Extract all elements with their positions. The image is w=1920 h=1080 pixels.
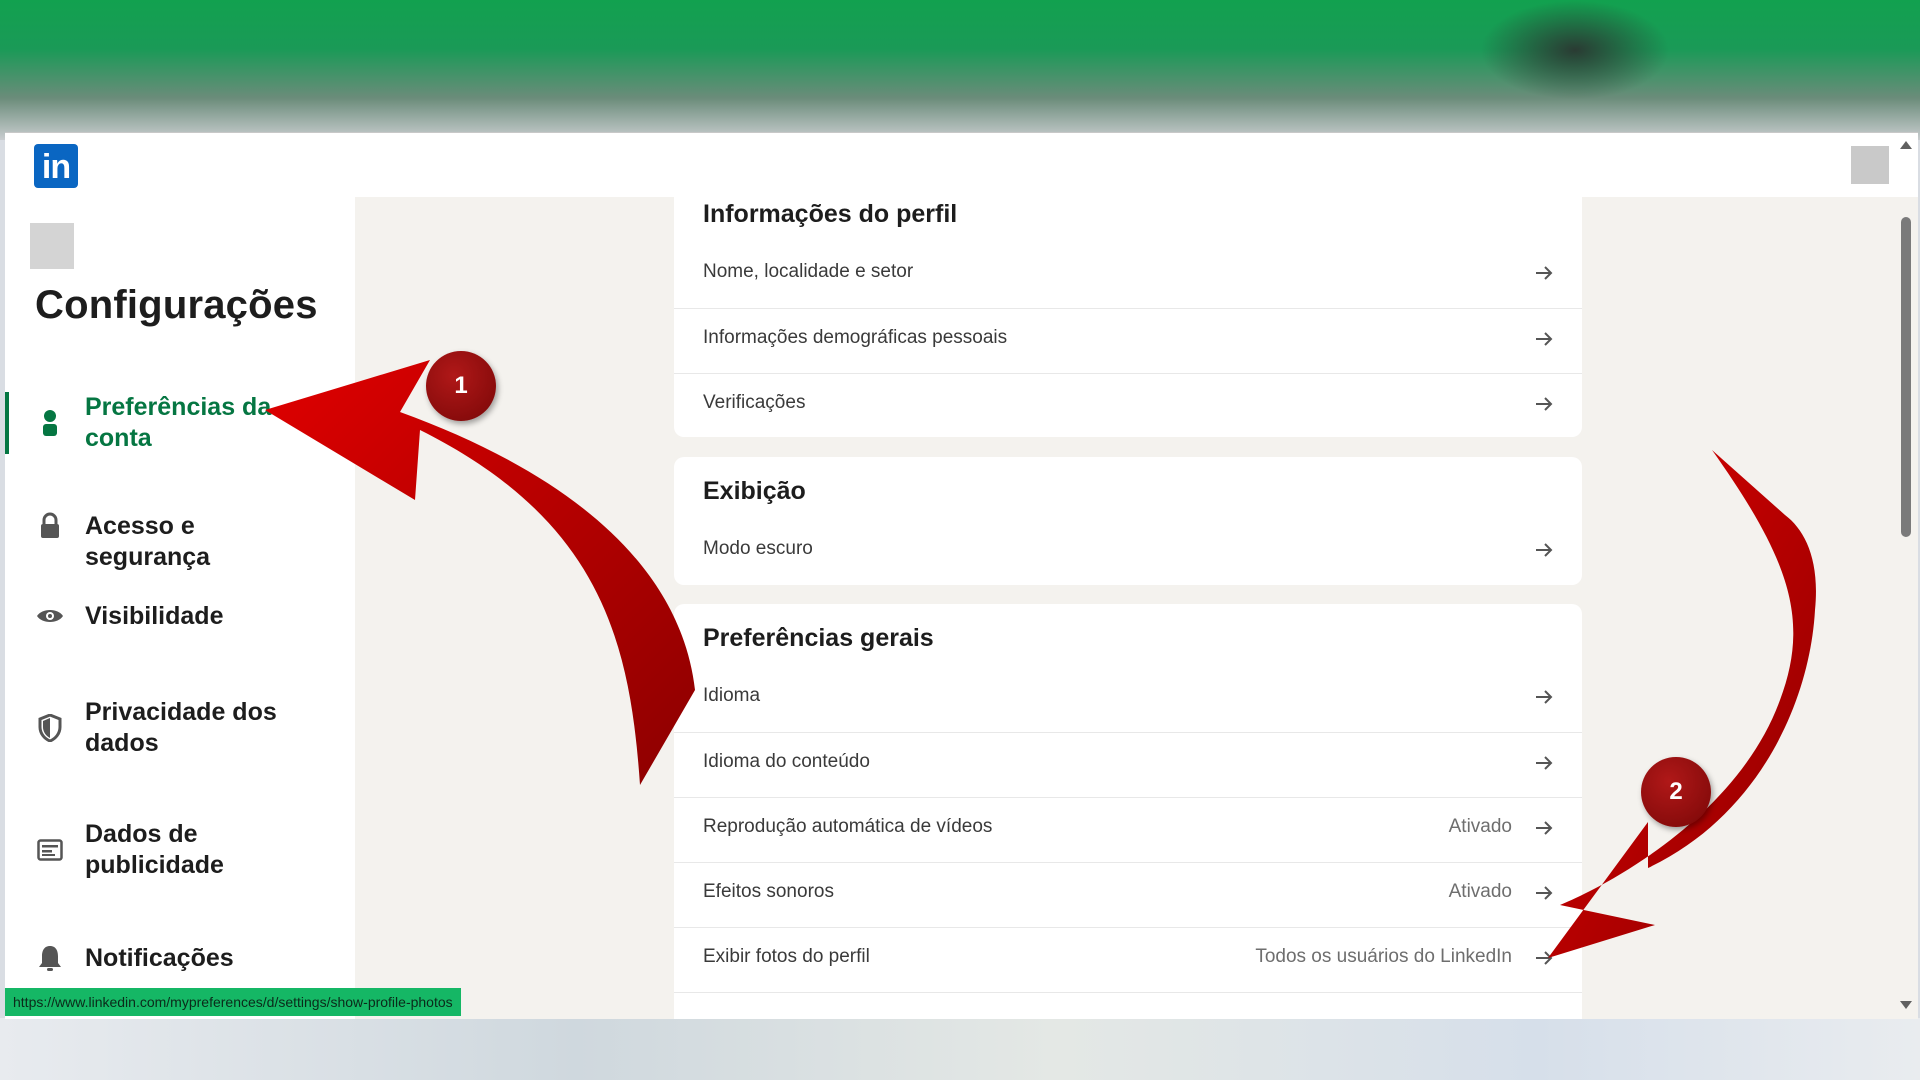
arrow-right-icon bbox=[1536, 397, 1553, 411]
settings-row-partial[interactable] bbox=[674, 992, 1582, 1019]
scroll-down-arrow-icon[interactable] bbox=[1900, 1001, 1912, 1009]
row-label: Reprodução automática de vídeos bbox=[703, 816, 993, 837]
sidebar-item-label: Acesso e segurança bbox=[85, 512, 211, 571]
row-label: Exibir fotos do perfil bbox=[703, 946, 870, 967]
shield-icon bbox=[35, 713, 65, 743]
page-title: Configurações bbox=[35, 283, 318, 327]
settings-row-idioma-do-conteudo[interactable]: Idioma do conteúdo bbox=[674, 732, 1582, 797]
sidebar-item-preferencias-da-conta[interactable]: Preferências da conta bbox=[5, 392, 355, 454]
section-title: Informações do perfil bbox=[703, 200, 958, 228]
card-exibicao: Exibição Modo escuro bbox=[674, 457, 1582, 585]
row-label: Efeitos sonoros bbox=[703, 881, 834, 902]
settings-row-idioma[interactable]: Idioma bbox=[674, 667, 1582, 731]
sidebar-item-label: Visibilidade bbox=[85, 602, 224, 630]
settings-row-reproducao-automatica[interactable]: Reprodução automática de vídeos Ativado bbox=[674, 797, 1582, 862]
arrow-right-icon bbox=[1536, 266, 1553, 280]
background-desktop-top bbox=[0, 0, 1920, 140]
arrow-right-icon bbox=[1536, 690, 1553, 704]
lock-icon bbox=[35, 511, 65, 541]
browser-window: in Configurações Preferências da conta A… bbox=[5, 132, 1918, 1019]
sidebar-item-label: Dados de publicidade bbox=[85, 820, 224, 879]
row-value: Todos os usuários do LinkedIn bbox=[1255, 946, 1512, 967]
linkedin-logo-icon[interactable]: in bbox=[34, 144, 78, 188]
settings-row-efeitos-sonoros[interactable]: Efeitos sonoros Ativado bbox=[674, 862, 1582, 927]
ad-card-icon bbox=[35, 835, 65, 865]
settings-row-nome-localidade-setor[interactable]: Nome, localidade e setor bbox=[674, 243, 1582, 307]
section-title: Preferências gerais bbox=[703, 624, 934, 652]
sidebar-item-privacidade-dos-dados[interactable]: Privacidade dos dados bbox=[5, 697, 355, 759]
section-title: Exibição bbox=[703, 477, 806, 505]
row-value: Ativado bbox=[1448, 881, 1512, 902]
annotation-badge-1: 1 bbox=[426, 351, 496, 421]
sidebar-item-label: Notificações bbox=[85, 944, 234, 972]
person-icon bbox=[35, 408, 65, 438]
scroll-up-arrow-icon[interactable] bbox=[1900, 141, 1912, 149]
annotation-badge-2: 2 bbox=[1641, 757, 1711, 827]
background-blur bbox=[1480, 0, 1670, 100]
row-label: Idioma bbox=[703, 685, 761, 706]
row-label: Modo escuro bbox=[703, 538, 813, 559]
background-desktop-bottom bbox=[0, 1018, 1920, 1080]
row-label: Idioma do conteúdo bbox=[703, 751, 870, 772]
bell-icon bbox=[35, 943, 65, 973]
card-preferencias-gerais: Preferências gerais Idioma Idioma do con… bbox=[674, 604, 1582, 1019]
settings-row-exibir-fotos-do-perfil[interactable]: Exibir fotos do perfil Todos os usuários… bbox=[674, 927, 1582, 992]
sidebar-item-dados-de-publicidade[interactable]: Dados de publicidade bbox=[5, 819, 355, 881]
sidebar-item-notificacoes[interactable]: Notificações bbox=[5, 939, 355, 979]
arrow-right-icon bbox=[1536, 886, 1553, 900]
settings-row-verificacoes[interactable]: Verificações bbox=[674, 373, 1582, 438]
sidebar-item-visibilidade[interactable]: Visibilidade bbox=[5, 597, 355, 637]
settings-content: Informações do perfil Nome, localidade e… bbox=[355, 187, 1900, 1019]
sidebar-avatar[interactable] bbox=[30, 223, 74, 269]
sidebar-item-acesso-e-seguranca[interactable]: Acesso e segurança bbox=[5, 507, 355, 571]
avatar[interactable] bbox=[1851, 146, 1889, 184]
row-value: Ativado bbox=[1448, 816, 1512, 837]
row-label: Verificações bbox=[703, 392, 806, 413]
scrollbar[interactable] bbox=[1901, 217, 1911, 537]
row-label: Informações demográficas pessoais bbox=[703, 327, 1008, 348]
arrow-right-icon bbox=[1536, 821, 1553, 835]
arrow-right-icon bbox=[1536, 543, 1553, 557]
sidebar-item-label: Preferências da conta bbox=[85, 393, 272, 452]
settings-sidebar: Configurações Preferências da conta Aces… bbox=[5, 197, 355, 1019]
row-label: Nome, localidade e setor bbox=[703, 261, 914, 282]
settings-row-modo-escuro[interactable]: Modo escuro bbox=[674, 520, 1582, 584]
arrow-right-icon bbox=[1536, 951, 1553, 965]
settings-row-informacoes-demograficas[interactable]: Informações demográficas pessoais bbox=[674, 308, 1582, 373]
arrow-right-icon bbox=[1536, 756, 1553, 770]
arrow-right-icon bbox=[1536, 332, 1553, 346]
sidebar-item-label: Privacidade dos dados bbox=[85, 698, 277, 757]
eye-icon bbox=[35, 601, 65, 631]
status-bar-url: https://www.linkedin.com/mypreferences/d… bbox=[5, 988, 461, 1016]
card-informacoes-do-perfil: Informações do perfil Nome, localidade e… bbox=[674, 187, 1582, 437]
